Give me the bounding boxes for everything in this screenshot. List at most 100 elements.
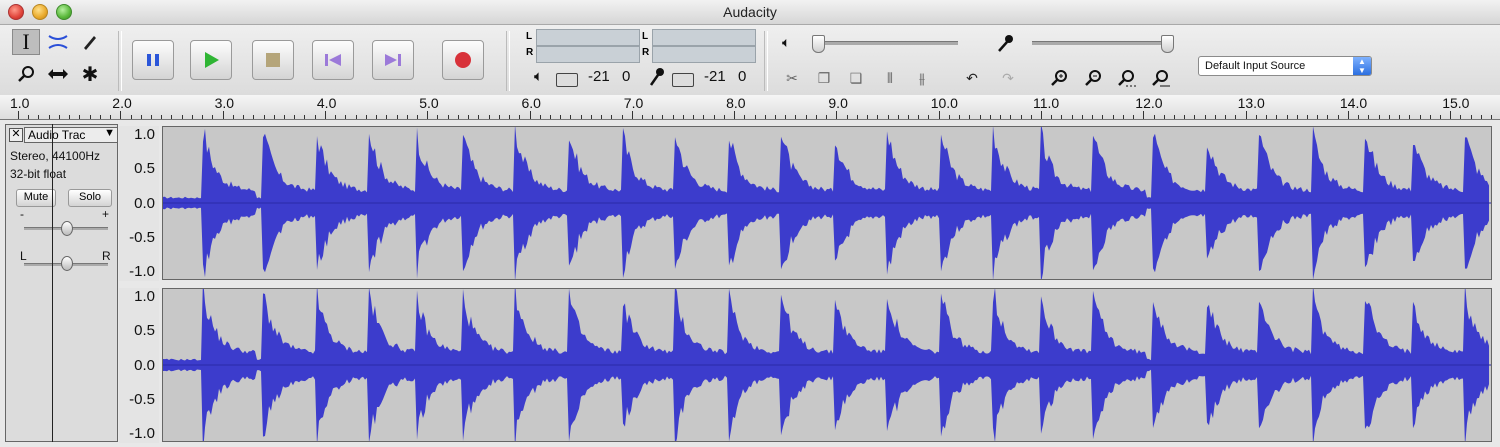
ruler-tick <box>1296 115 1298 119</box>
ruler-tick <box>1266 115 1268 119</box>
silence-button[interactable]: ⫵ <box>908 65 936 91</box>
ruler-tick <box>1163 115 1165 119</box>
fit-project-button[interactable] <box>1146 65 1176 91</box>
scale-label: 1.0 <box>134 126 155 143</box>
input-volume-track[interactable] <box>1032 41 1172 45</box>
ruler-tick <box>1480 115 1482 119</box>
pan-slider[interactable] <box>61 256 73 271</box>
track-name-menu[interactable]: Audio Trac ▼ <box>24 127 118 143</box>
input-volume-slider[interactable] <box>1161 35 1174 53</box>
skip-to-start-button[interactable] <box>312 40 354 80</box>
record-meter: L R <box>642 29 757 69</box>
playback-meter-menu-button[interactable] <box>556 73 578 87</box>
ruler-tick <box>202 115 204 119</box>
cut-icon: ✂ <box>786 69 798 86</box>
undo-button[interactable]: ↶ <box>958 65 986 91</box>
play-button[interactable] <box>190 40 232 80</box>
playback-db-label: -21 <box>588 68 610 85</box>
ruler-tick <box>969 115 971 119</box>
ruler-tick <box>478 115 480 119</box>
record-button[interactable] <box>442 40 484 80</box>
zoom-out-button[interactable] <box>1078 65 1108 91</box>
fit-selection-icon <box>1118 70 1136 87</box>
ruler-tick <box>48 115 50 119</box>
input-source-select[interactable]: Default Input Source ▲ ▼ <box>1198 56 1372 76</box>
ruler-tick <box>191 115 193 119</box>
ruler-tick <box>836 111 838 119</box>
silence-icon: ⫵ <box>918 69 926 86</box>
gain-slider[interactable] <box>61 221 73 236</box>
ruler-tick <box>1409 115 1411 119</box>
ruler-tick <box>386 115 388 119</box>
track-control-panel: ✕ Audio Trac ▼ Stereo, 44100Hz 32-bit fl… <box>5 124 118 442</box>
fit-selection-button[interactable] <box>1112 65 1142 91</box>
pause-button[interactable] <box>132 40 174 80</box>
ruler-tick <box>457 115 459 119</box>
scale-label: -1.0 <box>129 425 155 442</box>
ruler-tick <box>1460 115 1462 119</box>
ruler-tick <box>1020 115 1022 119</box>
ruler-tick <box>38 115 40 119</box>
tools-palette: I ✱ <box>12 29 108 91</box>
zoom-in-icon <box>1051 70 1067 86</box>
ruler-label: 6.0 <box>521 95 541 111</box>
ruler-tick <box>58 115 60 119</box>
ruler-tick <box>948 115 950 119</box>
solo-button[interactable]: Solo <box>68 189 112 207</box>
output-volume-icon: 🔈︎ <box>782 34 791 50</box>
ruler-tick <box>171 115 173 119</box>
ruler-tick <box>519 115 521 119</box>
chevron-down-icon: ▼ <box>104 127 115 139</box>
ruler-tick <box>590 115 592 119</box>
ruler-tick <box>867 115 869 119</box>
zoom-tool-button[interactable] <box>12 61 40 87</box>
timeline-ruler[interactable]: 1.0 2.0 3.0 4.0 5.0 6.0 7.0 8.0 9.0 10.0 11.0 12.0 1… <box>0 95 1500 120</box>
ruler-label: 9.0 <box>828 95 848 111</box>
output-volume-slider[interactable] <box>812 35 825 53</box>
waveform-channel-left[interactable] <box>162 123 1492 283</box>
scale-label: 0.0 <box>134 194 155 212</box>
selection-tool-button[interactable]: I <box>12 29 40 55</box>
ruler-tick <box>529 111 531 119</box>
ruler-tick <box>815 115 817 119</box>
ruler-tick <box>1133 115 1135 119</box>
output-volume-track[interactable] <box>812 41 958 45</box>
select-arrows-icon: ▲ ▼ <box>1353 57 1371 75</box>
scale-label: 1.0 <box>134 288 155 305</box>
ruler-tick <box>1000 115 1002 119</box>
ruler-tick <box>918 115 920 119</box>
play-icon <box>205 52 219 68</box>
ruler-tick <box>99 115 101 119</box>
ruler-label: 3.0 <box>214 95 235 111</box>
ruler-label: 12.0 <box>1135 95 1163 111</box>
zoom-in-button[interactable] <box>1044 65 1074 91</box>
copy-button[interactable]: ❐ <box>810 65 838 91</box>
timeshift-tool-icon <box>48 69 68 79</box>
redo-button[interactable]: ↷ <box>994 65 1022 91</box>
ruler-tick <box>1184 115 1186 119</box>
ruler-tick <box>1439 115 1441 119</box>
ruler-tick <box>887 115 889 119</box>
ruler-tick <box>222 111 224 119</box>
ruler-tick <box>989 115 991 119</box>
ruler-tick <box>723 115 725 119</box>
ruler-tick <box>1317 115 1319 119</box>
timeshift-tool-button[interactable] <box>44 61 72 87</box>
stop-button[interactable] <box>252 40 294 80</box>
input-volume-microphone-icon <box>998 35 1013 52</box>
ruler-tick <box>1368 115 1370 119</box>
mute-button[interactable]: Mute <box>16 189 56 207</box>
selection-tool-icon: I <box>22 29 30 54</box>
record-meter-menu-button[interactable] <box>672 73 694 87</box>
skip-to-end-button[interactable] <box>372 40 414 80</box>
draw-tool-button[interactable] <box>76 29 104 55</box>
multi-tool-button[interactable]: ✱ <box>76 61 104 87</box>
envelope-tool-button[interactable] <box>44 29 72 55</box>
cut-button[interactable]: ✂ <box>778 65 806 91</box>
scale-label: 0.0 <box>134 356 155 374</box>
waveform-channel-right[interactable] <box>162 277 1492 447</box>
close-track-button[interactable]: ✕ <box>9 128 23 142</box>
ruler-tick <box>856 115 858 119</box>
paste-button[interactable]: ❏ <box>842 65 870 91</box>
trim-button[interactable]: ⫴ <box>876 65 904 91</box>
